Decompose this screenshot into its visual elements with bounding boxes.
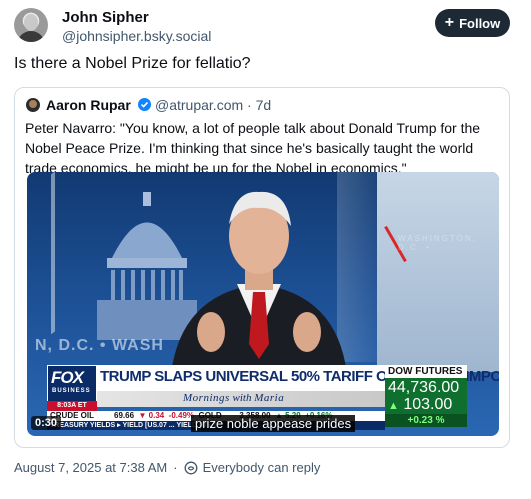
speaker-image (171, 191, 347, 374)
dow-change: ▲ 103.00 (388, 396, 452, 414)
quote-avatar-face (29, 100, 37, 108)
up-arrow-icon: ▲ (388, 400, 399, 412)
plus-icon: + (444, 14, 455, 31)
quote-author-name[interactable]: Aaron Rupar (46, 97, 131, 113)
quote-post[interactable]: Aaron Rupar @atrupar.com · 7d Peter Nava… (14, 87, 510, 448)
author-avatar[interactable] (14, 8, 48, 42)
quote-text: Peter Navarro: "You know, a lot of peopl… (25, 120, 481, 176)
logo-business-text: BUSINESS (52, 388, 91, 394)
headline-bar: TRUMP SLAPS UNIVERSAL 50% TARIFF ON COPP… (97, 365, 499, 391)
background-wash-text: WASHINGTON, D.C. • (398, 234, 477, 252)
background-chevron (27, 172, 55, 353)
show-title-part: Mornings (183, 392, 230, 404)
video-caption: prize noble appease prides (191, 415, 356, 432)
dow-value: 44,736.00 (388, 379, 460, 396)
post-footer: August 7, 2025 at 7:38 AM · Everybody ca… (14, 460, 320, 475)
author-handle[interactable]: @johnsipher.bsky.social (62, 28, 211, 44)
video-timestamp: 0:30 (31, 416, 62, 430)
reply-settings-icon (184, 461, 198, 474)
avatar-shoulders (17, 31, 45, 42)
post-text: Is there a Nobel Prize for fellatio? (14, 55, 251, 72)
author-name[interactable]: John Sipher (62, 9, 149, 26)
show-title-bar: Mornings with Maria (97, 391, 385, 407)
follow-button[interactable]: + Follow (435, 9, 510, 37)
separator-dot: · (173, 460, 178, 475)
dow-label: DOW FUTURES (385, 365, 467, 378)
ticker-crude-value: 69.66 (114, 411, 135, 420)
dow-change-value: 103.00 (403, 396, 453, 413)
show-title: Mornings with Maria (183, 392, 284, 404)
follow-label: Follow (459, 15, 501, 31)
fox-business-logo: FOX BUSINESS (47, 365, 97, 402)
logo-fox-text: FOX (51, 368, 84, 387)
ticker-crude-change: ▼ 0.34 (138, 411, 165, 420)
quote-avatar[interactable] (26, 98, 40, 112)
broadcast-time: 8:03A ET (47, 401, 97, 411)
video-player[interactable]: N, D.C. • WASH WASHINGTON, D.C. • FOX BU… (27, 172, 499, 436)
quote-handle-time[interactable]: @atrupar.com · 7d (155, 97, 271, 113)
reply-permission[interactable]: Everybody can reply (203, 460, 321, 475)
show-title-part: with (229, 392, 255, 404)
post: John Sipher @johnsipher.bsky.social + Fo… (0, 0, 531, 499)
location-text: N, D.C. • WASH (35, 337, 164, 354)
show-title-part: Maria (254, 392, 285, 404)
background-panel (377, 172, 499, 372)
post-date[interactable]: August 7, 2025 at 7:38 AM (14, 460, 167, 475)
verified-icon (138, 98, 151, 111)
avatar-head (24, 14, 38, 31)
dow-futures-box: DOW FUTURES 44,736.00 ▲ 103.00 +0.23 % (385, 365, 467, 427)
dow-percent: +0.23 % (385, 414, 467, 427)
